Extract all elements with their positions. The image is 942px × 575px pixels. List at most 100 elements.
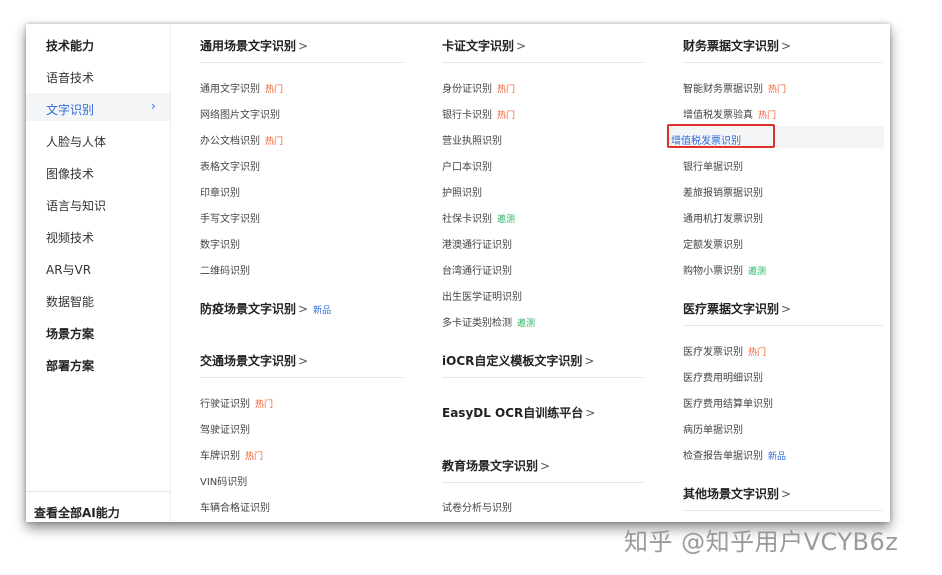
- category-title: 防疫场景文字识别: [200, 302, 297, 316]
- new-badge: 新品: [768, 452, 787, 462]
- category-easydl-ocr[interactable]: EasyDL OCR自训练平台 >: [442, 404, 595, 421]
- beta-badge: 邀测: [517, 319, 536, 329]
- sidebar-item-video[interactable]: 视频技术: [46, 229, 94, 246]
- divider: [200, 62, 404, 63]
- category-card-ocr[interactable]: 卡证文字识别 >: [442, 37, 526, 54]
- sidebar-item-ocr[interactable]: 文字识别: [46, 101, 94, 118]
- menu-link[interactable]: 护照识别: [442, 184, 482, 199]
- link-label: 医疗发票识别: [683, 347, 743, 358]
- watermark: 知乎 @知乎用户VCYB6z: [624, 528, 899, 556]
- menu-link[interactable]: 检查报告单据识别 新品: [683, 447, 786, 462]
- menu-link[interactable]: 手写文字识别: [200, 210, 260, 225]
- hot-badge: 热门: [265, 137, 284, 147]
- menu-link[interactable]: 车牌识别 热门: [200, 447, 263, 462]
- sidebar-item-deployment[interactable]: 部署方案: [46, 357, 94, 374]
- menu-link[interactable]: 医疗发票识别 热门: [683, 343, 766, 358]
- menu-link[interactable]: 车辆合格证识别: [200, 499, 270, 514]
- menu-link[interactable]: 办公文档识别 热门: [200, 132, 283, 147]
- category-title: 卡证文字识别: [442, 39, 515, 53]
- menu-link[interactable]: 行驶证识别 热门: [200, 395, 273, 410]
- divider: [442, 62, 644, 63]
- hot-badge: 热门: [748, 348, 767, 358]
- sidebar-item-speech[interactable]: 语音技术: [46, 69, 94, 86]
- arrow-right-icon: >: [781, 487, 792, 501]
- category-traffic-ocr[interactable]: 交通场景文字识别 >: [200, 352, 308, 369]
- menu-link[interactable]: 试卷分析与识别: [442, 499, 512, 514]
- menu-link[interactable]: 二维码识别: [200, 262, 250, 277]
- menu-link[interactable]: 数字识别: [200, 236, 240, 251]
- menu-link[interactable]: 银行单据识别: [683, 158, 743, 173]
- menu-link[interactable]: 印章识别: [200, 184, 240, 199]
- sidebar-item-image[interactable]: 图像技术: [46, 165, 94, 182]
- link-label: 车牌识别: [200, 451, 240, 462]
- arrow-right-icon: >: [540, 459, 551, 473]
- menu-link[interactable]: VIN码识别: [200, 473, 247, 488]
- link-label: 智能财务票据识别: [683, 84, 763, 95]
- link-label: 银行卡识别: [442, 110, 492, 121]
- sidebar-item-data[interactable]: 数据智能: [46, 293, 94, 310]
- menu-link[interactable]: 营业执照识别: [442, 132, 502, 147]
- menu-link[interactable]: 通用文字识别 热门: [200, 80, 283, 95]
- hot-badge: 热门: [245, 452, 264, 462]
- view-all-ai-link[interactable]: 查看全部AI能力: [34, 504, 120, 521]
- sidebar-item-scenarios[interactable]: 场景方案: [46, 325, 94, 342]
- ai-capability-menu: 技术能力 语音技术 文字识别 › 人脸与人体 图像技术 语言与知识 视频技术 A…: [26, 24, 890, 522]
- menu-link[interactable]: 医疗费用结算单识别: [683, 395, 773, 410]
- category-other-ocr[interactable]: 其他场景文字识别 >: [683, 485, 791, 502]
- arrow-right-icon: >: [516, 39, 527, 53]
- hot-badge: 热门: [497, 85, 516, 95]
- menu-link[interactable]: 多卡证类别检测 邀测: [442, 314, 535, 329]
- category-title: 教育场景文字识别: [442, 459, 539, 473]
- menu-link[interactable]: 银行卡识别 热门: [442, 106, 515, 121]
- link-label: 检查报告单据识别: [683, 451, 763, 462]
- menu-link[interactable]: 购物小票识别 邀测: [683, 262, 766, 277]
- link-label: 购物小票识别: [683, 266, 743, 277]
- arrow-right-icon: >: [298, 39, 309, 53]
- sidebar: 技术能力 语音技术 文字识别 › 人脸与人体 图像技术 语言与知识 视频技术 A…: [26, 24, 171, 522]
- menu-link[interactable]: 病历单据识别: [683, 421, 743, 436]
- menu-link[interactable]: 身份证识别 热门: [442, 80, 515, 95]
- menu-link[interactable]: 定额发票识别: [683, 236, 743, 251]
- sidebar-item-face-body[interactable]: 人脸与人体: [46, 133, 106, 150]
- menu-link[interactable]: 增值税发票验真 热门: [683, 106, 776, 121]
- menu-link[interactable]: 驾驶证识别: [200, 421, 250, 436]
- hot-badge: 热门: [497, 111, 516, 121]
- hot-badge: 热门: [758, 111, 777, 121]
- sidebar-item-language[interactable]: 语言与知识: [46, 197, 106, 214]
- link-label: 行驶证识别: [200, 399, 250, 410]
- category-title: EasyDL OCR自训练平台: [442, 406, 584, 420]
- category-general-ocr[interactable]: 通用场景文字识别 >: [200, 37, 308, 54]
- category-title: 财务票据文字识别: [683, 39, 780, 53]
- category-finance-ocr[interactable]: 财务票据文字识别 >: [683, 37, 791, 54]
- hot-badge: 热门: [255, 400, 274, 410]
- category-iocr[interactable]: iOCR自定义模板文字识别 >: [442, 352, 594, 369]
- category-education-ocr[interactable]: 教育场景文字识别 >: [442, 457, 550, 474]
- chevron-right-icon: ›: [151, 99, 156, 113]
- menu-link[interactable]: 医疗费用明细识别: [683, 369, 763, 384]
- category-title: 医疗票据文字识别: [683, 302, 780, 316]
- menu-link[interactable]: 户口本识别: [442, 158, 492, 173]
- menu-link[interactable]: 港澳通行证识别: [442, 236, 512, 251]
- menu-link[interactable]: 差旅报销票据识别: [683, 184, 763, 199]
- menu-link[interactable]: 出生医学证明识别: [442, 288, 522, 303]
- annotation-red-box: [667, 124, 775, 148]
- category-medical-ocr[interactable]: 医疗票据文字识别 >: [683, 300, 791, 317]
- divider: [442, 482, 644, 483]
- menu-link[interactable]: 通用机打发票识别: [683, 210, 763, 225]
- menu-link[interactable]: 社保卡识别 邀测: [442, 210, 515, 225]
- menu-link[interactable]: 智能财务票据识别 热门: [683, 80, 786, 95]
- category-epidemic-ocr[interactable]: 防疫场景文字识别 > 新品: [200, 300, 331, 317]
- hot-badge: 热门: [265, 85, 284, 95]
- menu-link[interactable]: 台湾通行证识别: [442, 262, 512, 277]
- menu-link[interactable]: 表格文字识别: [200, 158, 260, 173]
- arrow-right-icon: >: [781, 39, 792, 53]
- divider: [26, 491, 170, 492]
- beta-badge: 邀测: [748, 267, 767, 277]
- arrow-right-icon: >: [298, 302, 309, 316]
- arrow-right-icon: >: [781, 302, 792, 316]
- menu-link[interactable]: 网络图片文字识别: [200, 106, 280, 121]
- sidebar-item-ar-vr[interactable]: AR与VR: [46, 261, 91, 278]
- arrow-right-icon: >: [584, 354, 595, 368]
- beta-badge: 邀测: [497, 215, 516, 225]
- link-label: 增值税发票验真: [683, 110, 753, 121]
